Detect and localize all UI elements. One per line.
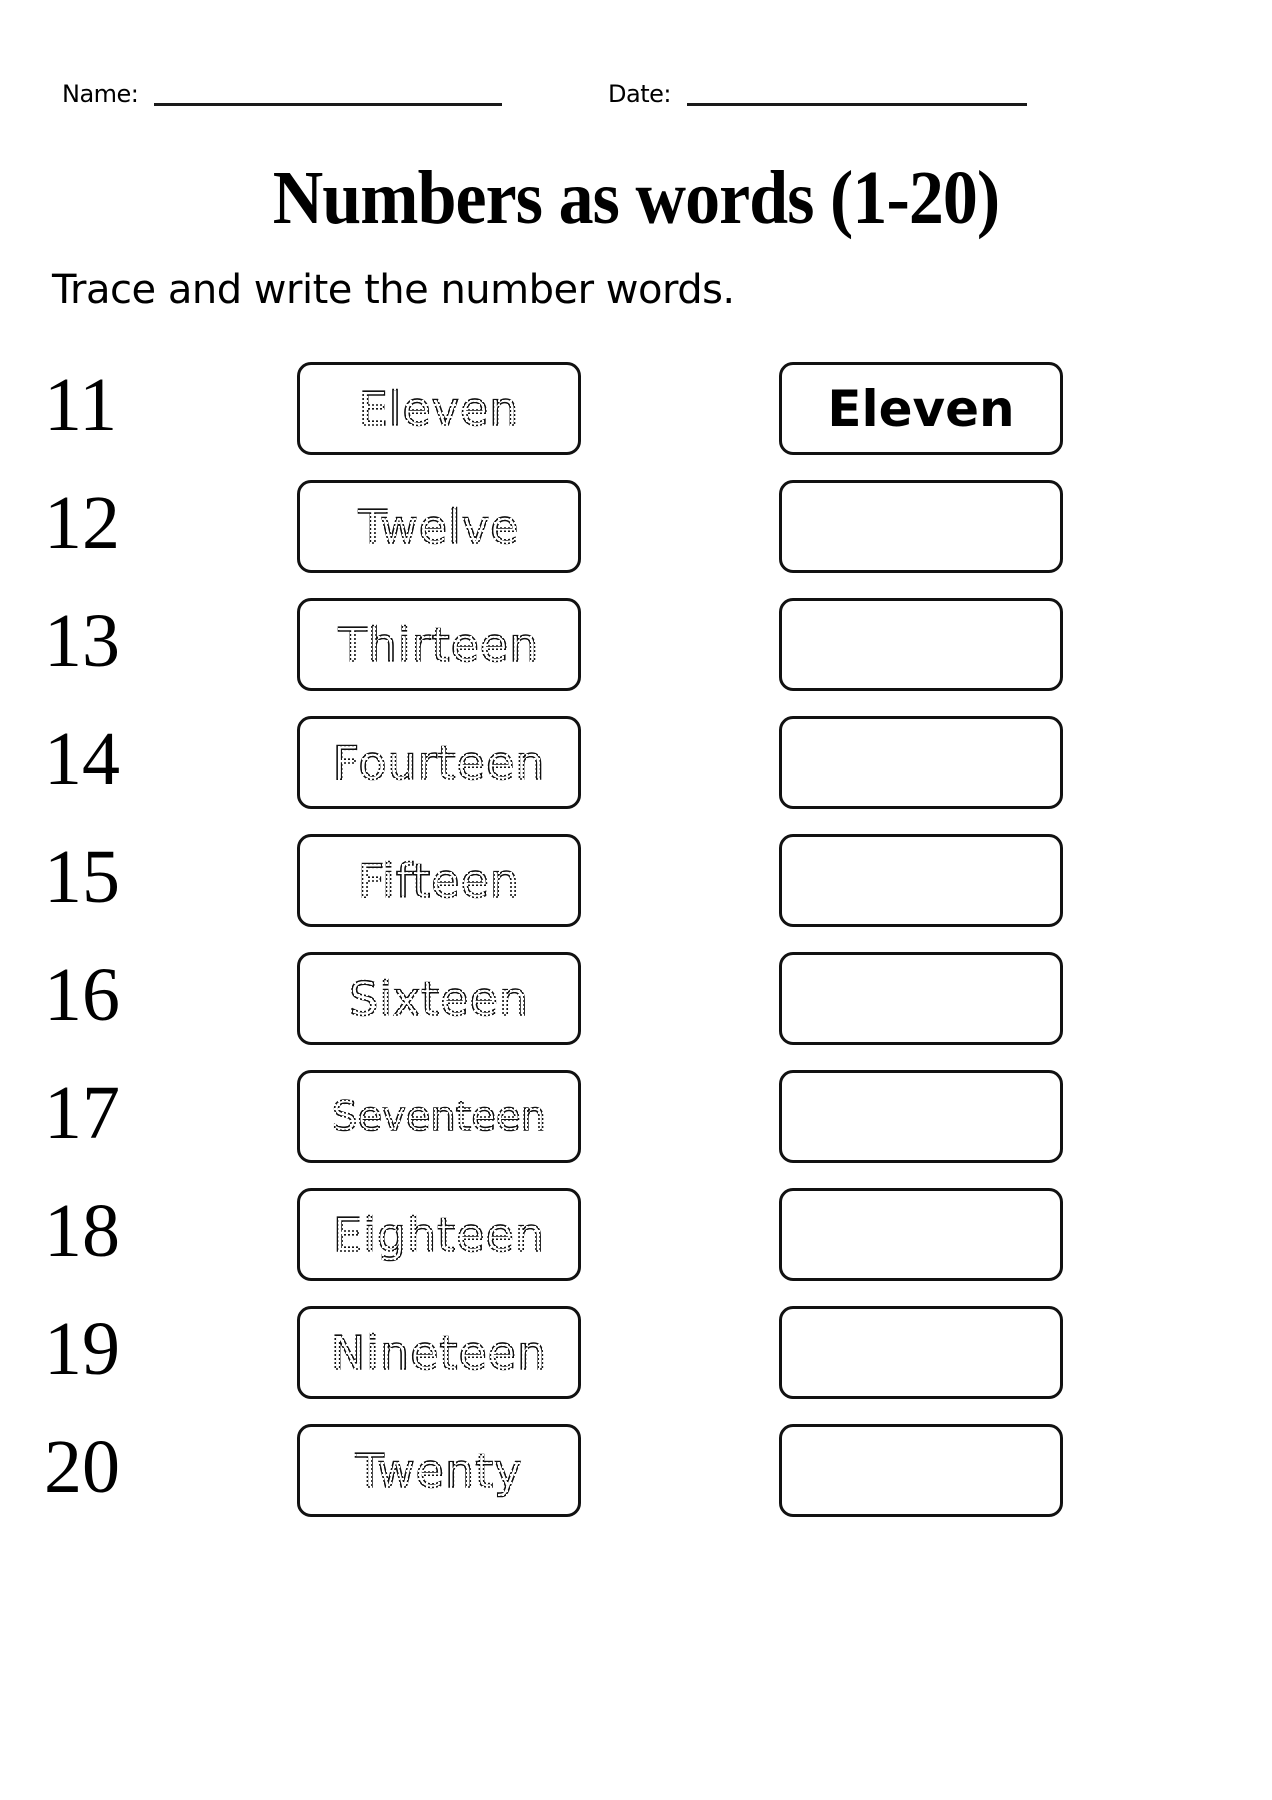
- trace-word: Seventeen: [331, 1093, 546, 1140]
- answer-word: Eleven: [827, 379, 1015, 438]
- answer-box[interactable]: [779, 1424, 1063, 1517]
- trace-word: Nineteen: [330, 1325, 548, 1380]
- table-row: 14 Fourteen: [0, 709, 1272, 827]
- date-input-line[interactable]: [686, 103, 1027, 106]
- row-numeral: 20: [44, 1425, 120, 1509]
- worksheet-page: Name: Date: Numbers as words (1-20) Trac…: [0, 0, 1272, 1800]
- row-numeral: 11: [44, 363, 118, 447]
- answer-box[interactable]: [779, 834, 1063, 927]
- trace-word: Twenty: [355, 1443, 523, 1498]
- trace-box: Seventeen: [297, 1070, 581, 1163]
- row-numeral: 18: [44, 1189, 120, 1273]
- trace-word: Fifteen: [357, 853, 521, 908]
- name-input-line[interactable]: [154, 103, 503, 106]
- worksheet-header: Name: Date:: [0, 72, 1272, 120]
- row-numeral: 17: [44, 1071, 120, 1155]
- trace-word: Sixteen: [348, 971, 529, 1026]
- trace-box: Twenty: [297, 1424, 581, 1517]
- table-row: 19 Nineteen: [0, 1299, 1272, 1417]
- answer-box[interactable]: Eleven: [779, 362, 1063, 455]
- name-field-group: Name:: [62, 72, 503, 112]
- row-numeral: 15: [44, 835, 120, 919]
- row-numeral: 19: [44, 1307, 120, 1391]
- date-label: Date:: [608, 80, 671, 108]
- trace-box: Fourteen: [297, 716, 581, 809]
- answer-box[interactable]: [779, 1306, 1063, 1399]
- table-row: 16 Sixteen: [0, 945, 1272, 1063]
- trace-word: Twelve: [358, 499, 520, 554]
- trace-box: Thirteen: [297, 598, 581, 691]
- trace-box: Sixteen: [297, 952, 581, 1045]
- trace-box: Eighteen: [297, 1188, 581, 1281]
- trace-word: Eleven: [358, 381, 520, 436]
- table-row: 13 Thirteen: [0, 591, 1272, 709]
- answer-box[interactable]: [779, 480, 1063, 573]
- trace-box: Fifteen: [297, 834, 581, 927]
- page-title: Numbers as words (1-20): [272, 156, 1000, 240]
- trace-word: Eighteen: [332, 1207, 545, 1262]
- table-row: 11 Eleven Eleven: [0, 355, 1272, 473]
- trace-word: Fourteen: [332, 735, 546, 790]
- trace-word: Thirteen: [338, 617, 540, 672]
- answer-box[interactable]: [779, 598, 1063, 691]
- table-row: 17 Seventeen: [0, 1063, 1272, 1181]
- date-field-group: Date:: [608, 72, 1027, 112]
- answer-box[interactable]: [779, 716, 1063, 809]
- table-row: 18 Eighteen: [0, 1181, 1272, 1299]
- row-numeral: 12: [44, 481, 120, 565]
- answer-box[interactable]: [779, 952, 1063, 1045]
- trace-box: Twelve: [297, 480, 581, 573]
- row-numeral: 16: [44, 953, 120, 1037]
- name-label: Name:: [62, 80, 139, 108]
- worksheet-rows: 11 Eleven Eleven 12 Twelve 13 Thirteen 1…: [0, 355, 1272, 1535]
- table-row: 15 Fifteen: [0, 827, 1272, 945]
- answer-box[interactable]: [779, 1070, 1063, 1163]
- row-numeral: 13: [44, 599, 120, 683]
- trace-box: Eleven: [297, 362, 581, 455]
- answer-box[interactable]: [779, 1188, 1063, 1281]
- table-row: 20 Twenty: [0, 1417, 1272, 1535]
- trace-box: Nineteen: [297, 1306, 581, 1399]
- table-row: 12 Twelve: [0, 473, 1272, 591]
- instruction-text: Trace and write the number words.: [52, 267, 735, 313]
- row-numeral: 14: [44, 717, 120, 801]
